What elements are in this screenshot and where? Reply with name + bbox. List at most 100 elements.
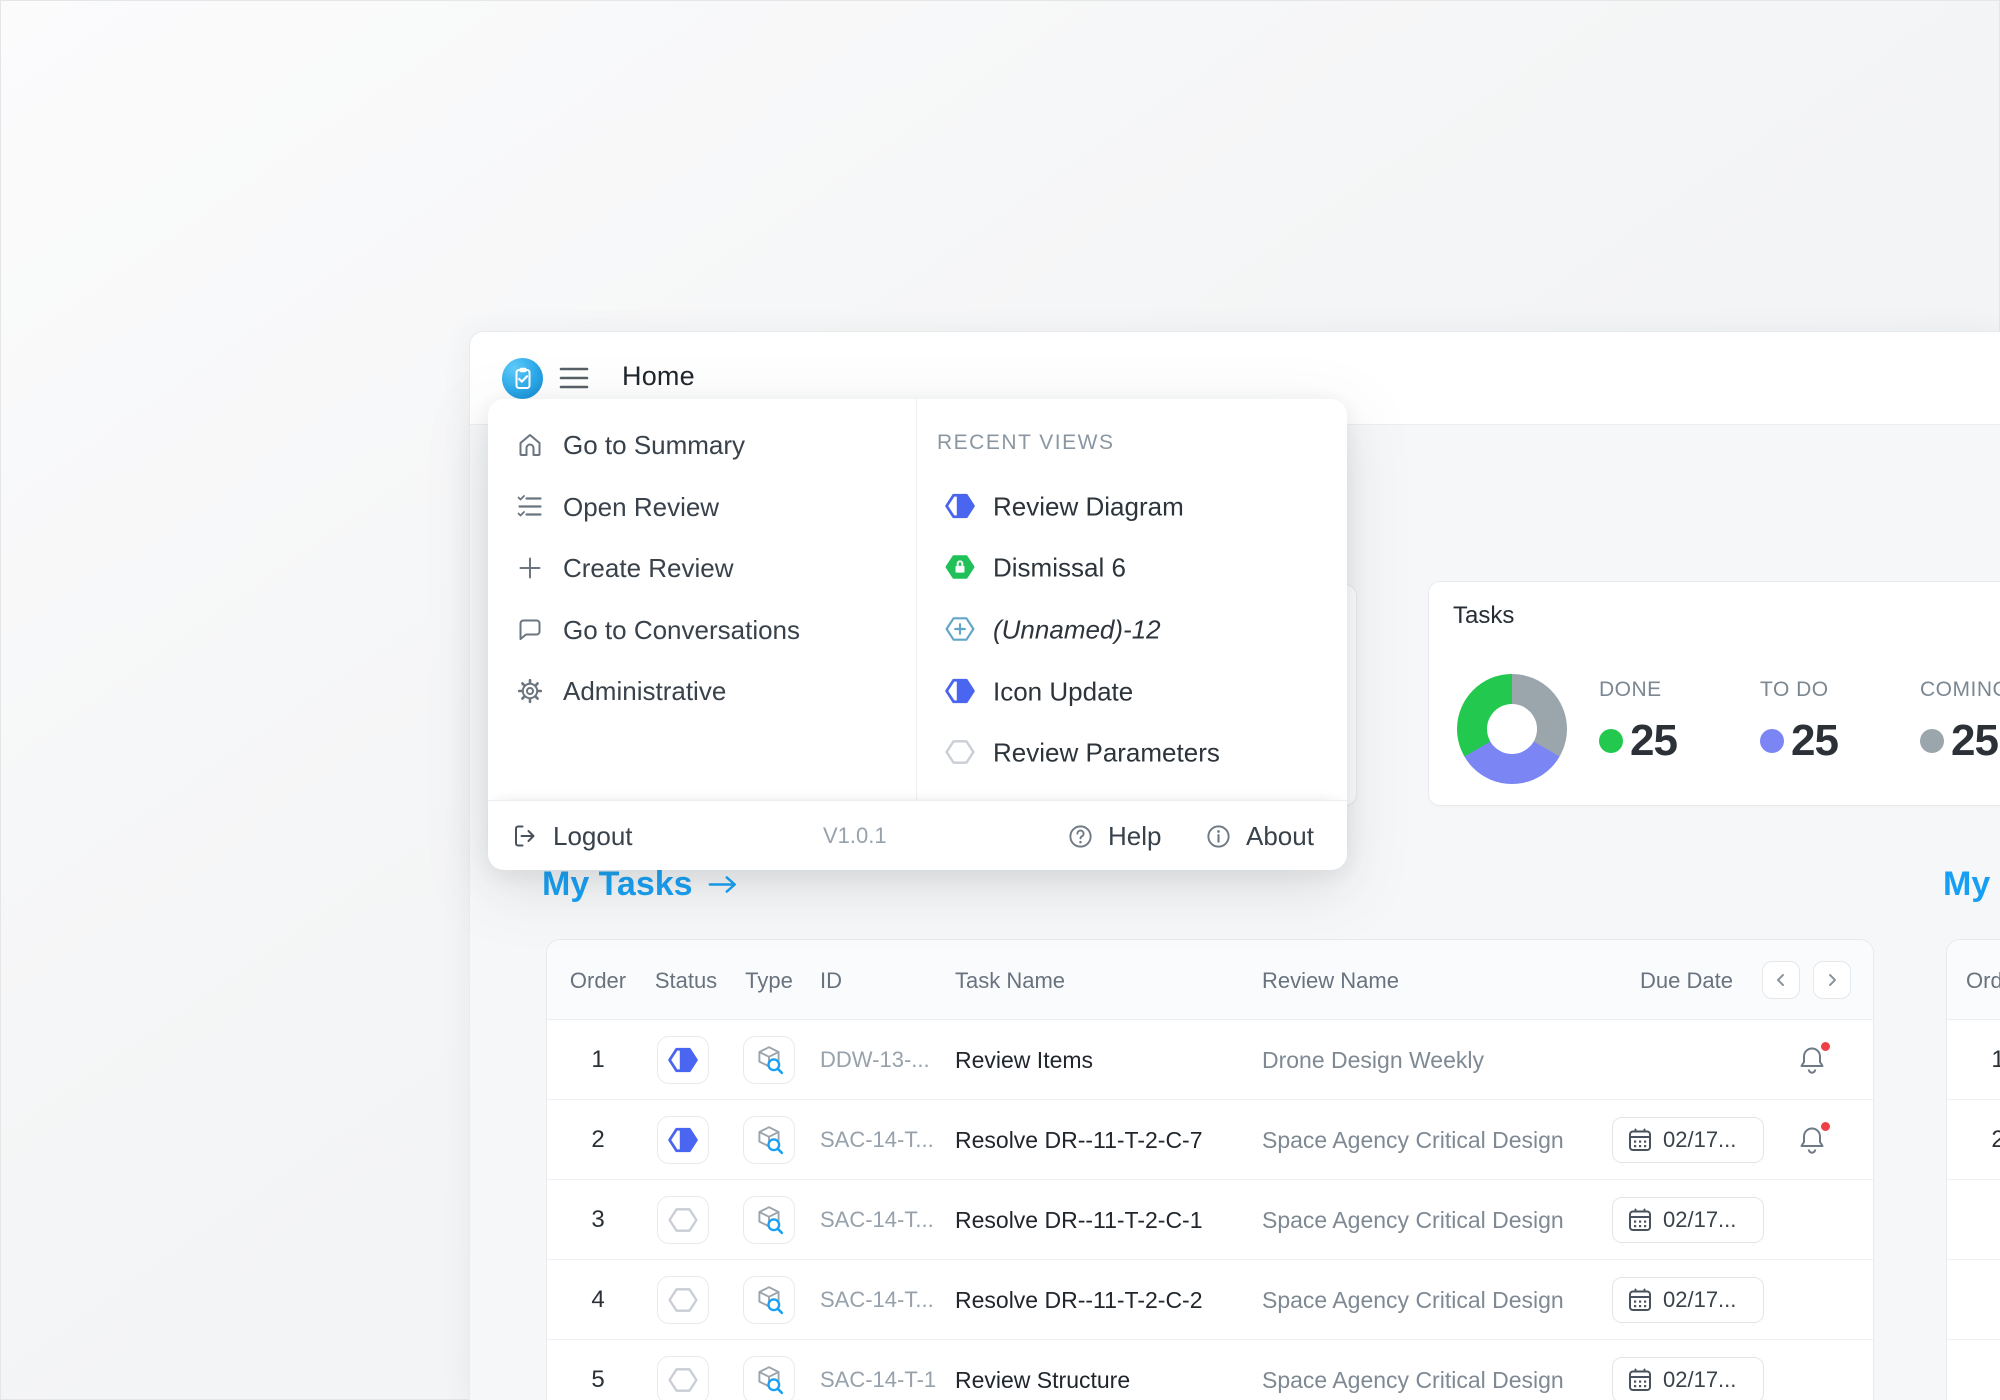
type-button[interactable] [743,1276,795,1324]
recent-view-label: Review Parameters [993,738,1220,769]
table-row[interactable]: 1 DDW-13-... Review Items Drone Design W… [547,1020,1873,1100]
my-tasks-table: Order Status Type ID Task Name Review Na… [546,939,1874,1400]
box-search-icon [753,1204,785,1236]
logout-button[interactable]: Logout [511,801,633,871]
column-header-due-date: Due Date [1640,968,1733,994]
cell-order: 1 [563,1020,633,1100]
legend-dot-todo [1760,729,1784,753]
page-title: Home [622,361,695,392]
calendar-icon [1627,1127,1653,1153]
menu-item-go-to-conversations[interactable]: Go to Conversations [488,609,916,651]
clipboard-check-icon [508,364,538,394]
cell-id: SAC-14-T-1 [820,1340,936,1400]
pager-prev-button[interactable] [1762,961,1800,999]
status-button[interactable] [657,1116,709,1164]
recent-view-label: Review Diagram [993,492,1184,523]
recent-views-title: RECENT VIEWS [937,431,1114,455]
about-label: About [1246,821,1314,852]
type-button[interactable] [743,1356,795,1400]
legend-value: 25 [1791,716,1838,766]
legend-dot-done [1599,729,1623,753]
hexagon-half-blue-icon [945,678,975,704]
recent-view-label: Dismissal 6 [993,553,1126,584]
menu-item-label: Administrative [563,676,726,707]
column-header-review-name: Review Name [1262,968,1399,994]
notification-bell-button[interactable] [1797,1044,1829,1078]
legend-item-todo: TO DO 25 [1760,678,1930,766]
table-row[interactable]: 2 SAC-14-T... Resolve DR--11-T-2-C-7 Spa… [547,1100,1873,1180]
recent-view-label: (Unnamed)-12 [993,615,1161,646]
recent-view-dismissal-6[interactable]: Dismissal 6 [916,547,1347,589]
legend-label: DONE [1599,678,1769,702]
cell-order: 2 [1963,1100,2000,1180]
logout-label: Logout [553,821,633,852]
due-date-button[interactable]: 02/17... [1612,1197,1764,1243]
hexagon-half-blue-icon [945,493,975,519]
box-search-icon [753,1364,785,1396]
logout-icon [511,822,539,850]
table-row[interactable]: 4 SAC-14-T... Resolve DR--11-T-2-C-2 Spa… [547,1260,1873,1340]
menu-item-create-review[interactable]: Create Review [488,547,916,589]
table-row[interactable] [1947,1340,2000,1400]
due-date-button[interactable]: 02/17... [1612,1357,1764,1400]
table-row[interactable]: 2 [1947,1100,2000,1180]
legend-label: COMING [1920,678,2000,702]
recent-view-label: Icon Update [993,677,1133,708]
hexagon-plus-outline-icon [945,616,975,642]
right-section-heading-link[interactable]: My [1943,865,1990,904]
table-row[interactable] [1947,1260,2000,1340]
hamburger-menu-button[interactable] [559,365,589,391]
help-icon [1067,823,1094,850]
menu-item-open-review[interactable]: Open Review [488,486,916,528]
cell-id: SAC-14-T... [820,1180,934,1260]
recent-view-icon-update[interactable]: Icon Update [916,671,1347,713]
table-header-row: Order [1947,940,2000,1020]
hexagon-outline-gray-icon [668,1287,698,1313]
table-row[interactable]: 1 [1947,1020,2000,1100]
due-date-button[interactable]: 02/17... [1612,1277,1764,1323]
notification-bell-button[interactable] [1797,1124,1829,1158]
recent-view-review-diagram[interactable]: Review Diagram [916,486,1347,528]
status-button[interactable] [657,1276,709,1324]
checklist-icon [516,493,544,521]
legend-dot-coming [1920,729,1944,753]
due-date-value: 02/17... [1663,1367,1736,1393]
recent-view-unnamed-12[interactable]: (Unnamed)-12 [916,609,1347,651]
app-logo-button[interactable] [502,358,543,399]
status-button[interactable] [657,1196,709,1244]
cell-id: DDW-13-... [820,1020,930,1100]
type-button[interactable] [743,1036,795,1084]
plus-icon [516,554,544,582]
table-row[interactable]: 5 SAC-14-T-1 Review Structure Space Agen… [547,1340,1873,1400]
legend-item-coming: COMING 25 [1920,678,2000,766]
menu-item-label: Go to Summary [563,430,745,461]
table-row[interactable] [1947,1180,2000,1260]
due-date-button[interactable]: 02/17... [1612,1117,1764,1163]
about-button[interactable]: About [1205,801,1314,871]
screenshot-stage: Home Tasks DONE 25 TO DO 25 [0,0,2000,1400]
cell-order: 3 [563,1180,633,1260]
help-button[interactable]: Help [1067,801,1161,871]
legend-item-done: DONE 25 [1599,678,1769,766]
menu-item-administrative[interactable]: Administrative [488,670,916,712]
pager-next-button[interactable] [1813,961,1851,999]
table-row[interactable]: 3 SAC-14-T... Resolve DR--11-T-2-C-1 Spa… [547,1180,1873,1260]
menu-item-go-to-summary[interactable]: Go to Summary [488,424,916,466]
cell-order: 2 [563,1100,633,1180]
status-button[interactable] [657,1036,709,1084]
type-button[interactable] [743,1196,795,1244]
menu-item-label: Go to Conversations [563,615,800,646]
box-search-icon [753,1124,785,1156]
info-icon [1205,823,1232,850]
status-button[interactable] [657,1356,709,1400]
cell-review-name: Space Agency Critical Design [1262,1340,1564,1400]
menu-footer-bar: Logout V1.0.1 Help About [488,800,1347,870]
help-label: Help [1108,821,1161,852]
menu-item-label: Create Review [563,553,734,584]
gear-icon [516,677,544,705]
box-search-icon [753,1284,785,1316]
type-button[interactable] [743,1116,795,1164]
recent-view-review-parameters[interactable]: Review Parameters [916,732,1347,774]
hamburger-icon [559,365,589,391]
cell-order: 1 [1963,1020,2000,1100]
